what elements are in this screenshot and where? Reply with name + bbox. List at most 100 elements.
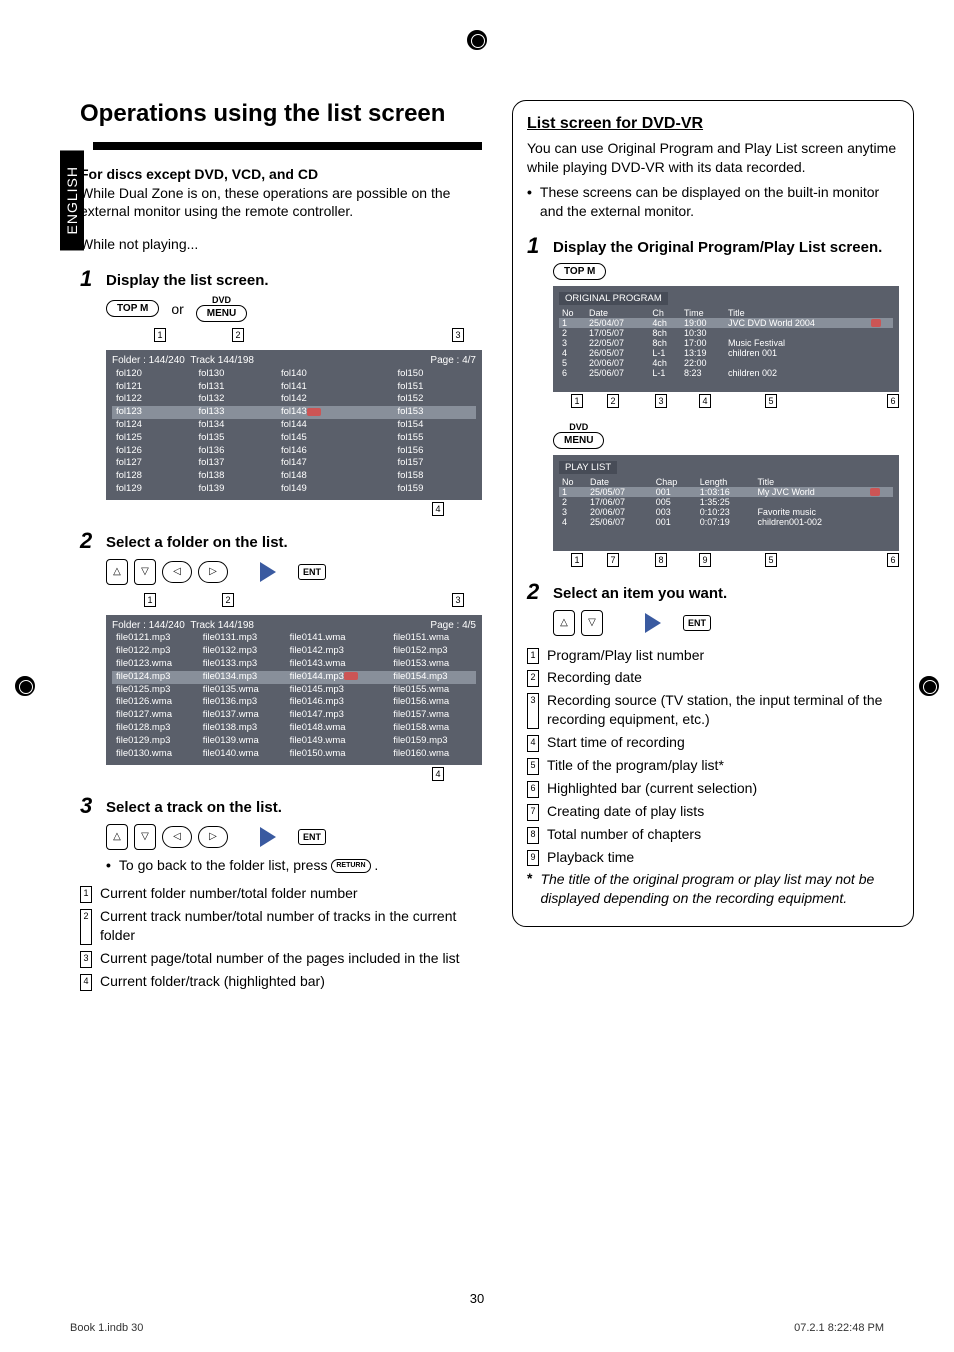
vr-callout: 7 <box>607 553 619 567</box>
up-button[interactable]: △ <box>106 559 128 585</box>
play-list-screen: PLAY LIST NoDateChapLengthTitle125/05/07… <box>553 455 899 551</box>
step-label: Select an item you want. <box>553 581 899 602</box>
panel-bullet: • These screens can be displayed on the … <box>527 183 899 221</box>
legend-item: Recording source (TV station, the input … <box>547 691 899 729</box>
legend-item: Current folder number/total folder numbe… <box>100 884 358 903</box>
ent-button[interactable]: ENT <box>298 564 326 580</box>
screen-title: ORIGINAL PROGRAM <box>559 292 668 305</box>
or-label: or <box>171 301 183 317</box>
step-number: 3 <box>80 795 98 875</box>
callout-4: 4 <box>432 502 444 516</box>
remote-controls-2: △ ▽ ◁ ▷ ENT <box>106 824 482 850</box>
crop-mark-top <box>467 30 487 50</box>
vr-callout: 5 <box>765 553 777 567</box>
intro-text: While Dual Zone is on, these operations … <box>80 184 482 222</box>
remote-controls-3: △ ▽ ENT <box>553 610 899 636</box>
language-tab: ENGLISH <box>60 150 84 250</box>
file-list-screen: Folder : 144/240 Track 144/198 Page : 4/… <box>106 615 482 765</box>
go-back-text: To go back to the folder list, press <box>119 857 331 873</box>
arrow-icon <box>645 613 661 633</box>
topm-button[interactable]: TOP M <box>553 263 606 280</box>
legend-item: Title of the program/play list* <box>547 756 724 775</box>
vr-callout: 6 <box>887 394 899 408</box>
dvd-menu-button[interactable]: DVD MENU <box>553 422 604 449</box>
left-legend: 1Current folder number/total folder numb… <box>80 884 482 990</box>
up-button[interactable]: △ <box>553 610 575 636</box>
footer-left: Book 1.indb 30 <box>70 1322 143 1334</box>
topm-button[interactable]: TOP M <box>106 300 159 317</box>
vr-callout: 8 <box>655 553 667 567</box>
crop-mark-right <box>919 676 939 696</box>
vr-callout: 3 <box>655 394 667 408</box>
right-column: List screen for DVD-VR You can use Origi… <box>512 100 914 991</box>
footer-right: 07.2.1 8:22:48 PM <box>794 1322 884 1334</box>
down-button[interactable]: ▽ <box>134 559 156 585</box>
print-footer: Book 1.indb 30 07.2.1 8:22:48 PM <box>70 1322 884 1334</box>
callout-1: 1 <box>154 328 166 342</box>
callout-3: 3 <box>452 328 464 342</box>
go-back-note: • To go back to the folder list, press R… <box>106 856 482 875</box>
footnote: * The title of the original program or p… <box>527 870 899 908</box>
legend-item: Program/Play list number <box>547 646 704 665</box>
vr-step-1: 1 Display the Original Program/Play List… <box>527 235 899 567</box>
legend-item: Current track number/total number of tra… <box>100 907 482 945</box>
right-button[interactable]: ▷ <box>198 561 228 583</box>
callout-4b: 4 <box>432 767 444 781</box>
legend-item: Highlighted bar (current selection) <box>547 779 757 798</box>
legend-item: Creating date of play lists <box>547 802 704 821</box>
vr-callout: 2 <box>607 394 619 408</box>
legend-item: Start time of recording <box>547 733 685 752</box>
dvd-menu-button[interactable]: DVD MENU <box>196 295 247 322</box>
step-1: 1 Display the list screen. TOP M or DVD … <box>80 268 482 516</box>
step-label: Display the list screen. <box>106 268 482 289</box>
page-number: 30 <box>0 1291 954 1306</box>
rule-bar <box>93 142 482 150</box>
right-button[interactable]: ▷ <box>198 826 228 848</box>
panel-heading: List screen for DVD-VR <box>527 115 899 133</box>
step-number: 1 <box>80 268 98 516</box>
return-button[interactable]: RETURN <box>331 859 370 872</box>
subheading: For discs except DVD, VCD, and CD <box>80 166 482 182</box>
step-label: Select a track on the list. <box>106 795 482 816</box>
vr-callout: 6 <box>887 553 899 567</box>
down-button[interactable]: ▽ <box>134 824 156 850</box>
vr-callout: 1 <box>571 553 583 567</box>
legend-item: Total number of chapters <box>547 825 701 844</box>
vr-callout: 9 <box>699 553 711 567</box>
dvd-label: DVD <box>569 422 588 432</box>
legend-item: Current page/total number of the pages i… <box>100 949 460 968</box>
original-program-screen: ORIGINAL PROGRAM NoDateChTimeTitle125/04… <box>553 286 899 392</box>
callout-2b: 2 <box>222 593 234 607</box>
menu-label: MENU <box>553 432 604 449</box>
vr-callout: 5 <box>765 394 777 408</box>
vr-step-2: 2 Select an item you want. △ ▽ ENT <box>527 581 899 636</box>
dvd-label: DVD <box>212 295 231 305</box>
page-title: Operations using the list screen <box>80 100 482 128</box>
step-number: 1 <box>527 235 545 567</box>
legend-item: Recording date <box>547 668 642 687</box>
folder-list-screen: Folder : 144/240 Track 144/198 Page : 4/… <box>106 350 482 500</box>
step-number: 2 <box>527 581 545 636</box>
title-rule <box>80 132 482 160</box>
dvd-vr-panel: List screen for DVD-VR You can use Origi… <box>512 100 914 927</box>
ent-button[interactable]: ENT <box>298 829 326 845</box>
callout-3b: 3 <box>452 593 464 607</box>
vr-callout: 4 <box>699 394 711 408</box>
left-button[interactable]: ◁ <box>162 561 192 583</box>
vr-callout: 1 <box>571 394 583 408</box>
ent-button[interactable]: ENT <box>683 615 711 631</box>
page-columns: Operations using the list screen For dis… <box>40 100 914 991</box>
up-button[interactable]: △ <box>106 824 128 850</box>
callout-2: 2 <box>232 328 244 342</box>
legend-item: Playback time <box>547 848 634 867</box>
right-legend: 1Program/Play list number 2Recording dat… <box>527 646 899 909</box>
arrow-icon <box>260 827 276 847</box>
step-3: 3 Select a track on the list. △ ▽ ◁ ▷ EN… <box>80 795 482 875</box>
down-button[interactable]: ▽ <box>581 610 603 636</box>
left-column: Operations using the list screen For dis… <box>80 100 482 991</box>
step-label: Display the Original Program/Play List s… <box>553 235 899 256</box>
callout-1b: 1 <box>144 593 156 607</box>
panel-intro: You can use Original Program and Play Li… <box>527 139 899 177</box>
remote-controls: △ ▽ ◁ ▷ ENT <box>106 559 482 585</box>
left-button[interactable]: ◁ <box>162 826 192 848</box>
